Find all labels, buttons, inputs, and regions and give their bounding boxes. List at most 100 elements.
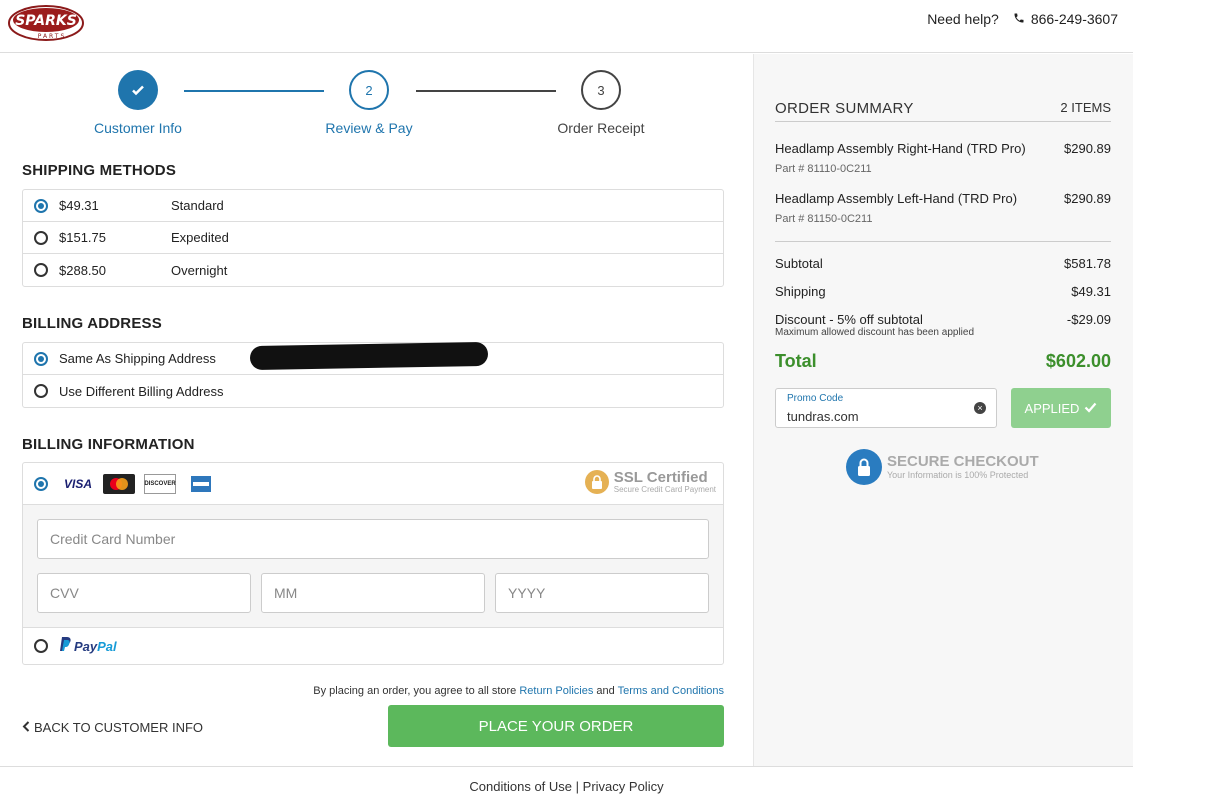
footer-separator: | bbox=[575, 779, 580, 794]
paypal-icon bbox=[60, 637, 71, 655]
phone-icon bbox=[1013, 11, 1025, 27]
footer: Conditions of Use | Privacy Policy bbox=[0, 766, 1133, 794]
checkout-steps: Customer Info 2 Review & Pay 3 Order Rec… bbox=[0, 54, 753, 144]
secure-subtitle: Your Information is 100% Protected bbox=[887, 469, 1029, 480]
ssl-subtitle: Secure Credit Card Payment bbox=[613, 485, 716, 494]
order-summary-title: ORDER SUMMARY bbox=[775, 100, 914, 117]
subtotal-label: Subtotal bbox=[775, 256, 823, 271]
shipping-label: Shipping bbox=[775, 284, 826, 299]
clear-icon[interactable]: × bbox=[974, 402, 986, 414]
help-contact: Need help? 866-249-3607 bbox=[927, 11, 1118, 27]
item-price: $290.89 bbox=[1064, 141, 1111, 156]
back-to-customer-info-link[interactable]: BACK TO CUSTOMER INFO bbox=[22, 720, 203, 735]
redacted-address bbox=[249, 341, 489, 371]
item-name: Headlamp Assembly Left-Hand (TRD Pro) bbox=[775, 191, 1018, 206]
visa-icon: VISA bbox=[63, 476, 92, 491]
ssl-certified-badge: SSL Certified Secure Credit Card Payment bbox=[584, 469, 716, 494]
discover-icon: DISCOVER bbox=[144, 473, 176, 494]
discount-note: Maximum allowed discount has been applie… bbox=[775, 327, 975, 338]
applied-label: APPLIED bbox=[1024, 400, 1080, 416]
total-row: Total $602.00 bbox=[775, 351, 1111, 372]
card-fields: Credit Card Number CVV MM YYYY bbox=[23, 505, 723, 628]
step-number: 3 bbox=[581, 70, 621, 110]
cvv-input[interactable]: CVV bbox=[37, 573, 251, 613]
phone-link[interactable]: 866-249-3607 bbox=[1013, 11, 1118, 27]
step-number: 2 bbox=[349, 70, 389, 110]
shipping-price: $49.31 bbox=[59, 198, 99, 213]
secure-checkout-badge: SECURE CHECKOUT Your Information is 100%… bbox=[846, 449, 1039, 485]
expiry-year-input[interactable]: YYYY bbox=[495, 573, 709, 613]
shipping-option-standard[interactable]: $49.31 Standard bbox=[23, 190, 723, 222]
shipping-value: $49.31 bbox=[1071, 284, 1111, 299]
order-summary-panel: ORDER SUMMARY 2 ITEMS Headlamp Assembly … bbox=[753, 54, 1133, 766]
applied-button[interactable]: APPLIED bbox=[1011, 388, 1111, 428]
billing-option-different[interactable]: Use Different Billing Address bbox=[23, 375, 723, 407]
payment-methods: VISA DISCOVER SSL Certified Secure Credi… bbox=[22, 462, 724, 665]
order-item: Headlamp Assembly Right-Hand (TRD Pro) $… bbox=[775, 141, 1111, 175]
step-review-pay[interactable]: 2 Review & Pay bbox=[299, 70, 439, 136]
radio-icon[interactable] bbox=[34, 384, 48, 398]
step-customer-info[interactable]: Customer Info bbox=[68, 70, 208, 136]
agreement-prefix: By placing an order, you agree to all st… bbox=[313, 685, 517, 697]
billing-option-label: Same As Shipping Address bbox=[59, 351, 216, 366]
paypal-logo: Pay Pal bbox=[60, 637, 117, 655]
billing-information-title: BILLING INFORMATION bbox=[22, 436, 195, 453]
agreement-and: and bbox=[596, 685, 615, 697]
card-logos: VISA DISCOVER bbox=[62, 473, 217, 494]
logo-text: SPARKS bbox=[15, 13, 77, 29]
order-summary-header: ORDER SUMMARY 2 ITEMS bbox=[775, 100, 1111, 122]
card-number-input[interactable]: Credit Card Number bbox=[37, 519, 709, 559]
privacy-policy-link[interactable]: Privacy Policy bbox=[583, 779, 664, 794]
subtotal-value: $581.78 bbox=[1064, 256, 1111, 271]
radio-selected-icon[interactable] bbox=[34, 476, 48, 491]
check-icon bbox=[118, 70, 158, 110]
shipping-name: Expedited bbox=[171, 230, 229, 245]
step-order-receipt: 3 Order Receipt bbox=[531, 70, 671, 136]
total-value: $602.00 bbox=[1045, 351, 1111, 371]
checkout-main: Customer Info 2 Review & Pay 3 Order Rec… bbox=[0, 54, 753, 766]
credit-card-option[interactable]: VISA DISCOVER SSL Certified Secure Credi… bbox=[23, 463, 723, 505]
terms-conditions-link[interactable]: Terms and Conditions bbox=[618, 685, 724, 697]
shipping-price: $288.50 bbox=[59, 262, 106, 278]
logo-subtext: PARTS bbox=[38, 33, 67, 40]
step-label: Review & Pay bbox=[325, 120, 413, 136]
item-part-number: Part # 81110-0C211 bbox=[775, 163, 872, 175]
step-label: Customer Info bbox=[94, 120, 182, 136]
order-agreement: By placing an order, you agree to all st… bbox=[313, 685, 724, 697]
mastercard-icon bbox=[103, 473, 135, 494]
billing-option-label: Use Different Billing Address bbox=[59, 383, 224, 399]
shipping-methods-title: SHIPPING METHODS bbox=[22, 162, 177, 179]
radio-selected-icon[interactable] bbox=[34, 351, 48, 366]
radio-icon[interactable] bbox=[34, 639, 48, 653]
return-policies-link[interactable]: Return Policies bbox=[519, 685, 593, 697]
padlock-icon bbox=[846, 449, 882, 485]
step-label: Order Receipt bbox=[557, 120, 645, 136]
phone-number: 866-249-3607 bbox=[1030, 11, 1118, 27]
promo-code-value[interactable]: tundras.com bbox=[787, 409, 859, 424]
radio-selected-icon[interactable] bbox=[34, 198, 48, 213]
promo-code-field[interactable]: Promo Code tundras.com × bbox=[775, 388, 997, 428]
paypal-pal: Pal bbox=[97, 638, 117, 654]
radio-icon[interactable] bbox=[34, 263, 48, 277]
shipping-name: Standard bbox=[171, 198, 224, 213]
subtotal-row: Subtotal $581.78 bbox=[775, 256, 1111, 271]
shipping-option-overnight[interactable]: $288.50 Overnight bbox=[23, 254, 723, 286]
shipping-row: Shipping $49.31 bbox=[775, 284, 1111, 299]
expiry-month-input[interactable]: MM bbox=[261, 573, 485, 613]
paypal-option[interactable]: Pay Pal bbox=[23, 628, 723, 664]
shipping-option-expedited[interactable]: $151.75 Expedited bbox=[23, 222, 723, 254]
radio-icon[interactable] bbox=[34, 230, 48, 245]
conditions-of-use-link[interactable]: Conditions of Use bbox=[469, 779, 572, 794]
secure-title: SECURE CHECKOUT bbox=[887, 452, 1039, 470]
place-order-button[interactable]: PLACE YOUR ORDER bbox=[388, 705, 724, 747]
summary-divider bbox=[775, 241, 1111, 242]
lock-icon bbox=[584, 470, 609, 494]
checkmark-icon bbox=[1084, 401, 1097, 416]
ssl-title: SSL Certified bbox=[613, 469, 708, 486]
discount-value: -$29.09 bbox=[1066, 312, 1111, 327]
total-label: Total bbox=[775, 351, 817, 371]
shipping-methods-list: $49.31 Standard $151.75 Expedited $288.5… bbox=[22, 189, 724, 287]
item-part-number: Part # 81150-0C211 bbox=[775, 213, 873, 225]
item-price: $290.89 bbox=[1064, 191, 1111, 206]
sparks-parts-logo[interactable]: SPARKS PARTS bbox=[8, 4, 86, 42]
